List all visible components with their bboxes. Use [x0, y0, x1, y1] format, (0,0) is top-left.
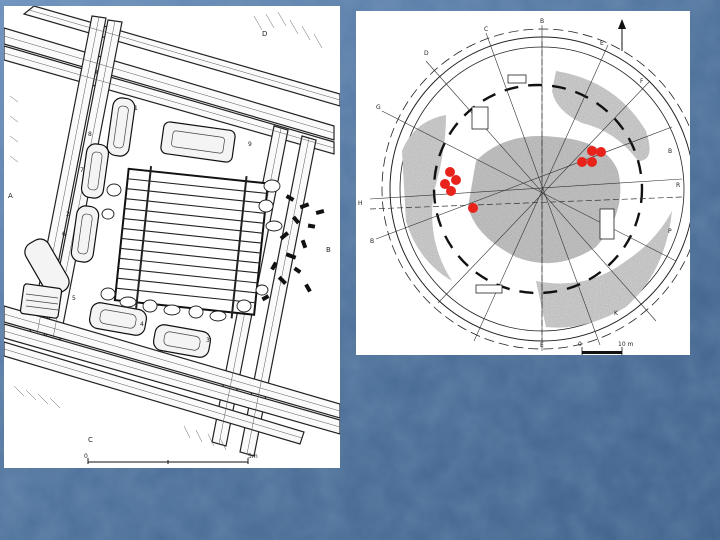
red-marker — [446, 186, 456, 196]
scale-start-label: 0 — [578, 341, 582, 348]
scale-bar: 0 10 m — [578, 341, 634, 355]
scale-bar: 0 5m — [84, 453, 258, 464]
label-4: 4 — [140, 321, 144, 328]
label-right-f: F — [640, 78, 644, 85]
scale-start-label: 0 — [84, 453, 88, 460]
red-marker — [577, 157, 587, 167]
label-top-b: B — [540, 18, 544, 25]
label-1: 1 — [134, 105, 138, 112]
label-left-b: B — [370, 238, 374, 245]
red-marker — [445, 167, 455, 177]
label-2: 2 — [66, 211, 70, 218]
label-7: 7 — [80, 167, 84, 174]
label-top-c: C — [484, 26, 488, 33]
excavation-plan-drawing: D A B 1 2 3 4 5 6 7 8 9 C 0 5m — [4, 6, 340, 468]
label-left-g: G — [376, 104, 381, 111]
label-9: 9 — [248, 141, 252, 148]
scale-end-label: 10 m — [618, 341, 634, 348]
label-b: B — [326, 246, 331, 254]
label-c: C — [88, 436, 93, 444]
label-right-r: R — [676, 182, 680, 189]
label-8: 8 — [88, 131, 92, 138]
red-marker — [451, 175, 461, 185]
red-marker — [587, 146, 597, 156]
label-3: 3 — [206, 337, 210, 344]
label-5: 5 — [72, 295, 76, 302]
red-marker — [468, 203, 478, 213]
label-right-p: P — [668, 228, 672, 235]
scale-end-label: 5m — [248, 453, 258, 460]
label-a: A — [8, 192, 13, 200]
north-arrow-icon — [618, 19, 626, 51]
label-left-h: H — [358, 200, 363, 207]
label-d: D — [262, 30, 267, 38]
label-lower-b: B — [668, 148, 672, 155]
label-6: 6 — [62, 231, 66, 238]
red-marker — [587, 157, 597, 167]
label-top-e: E — [600, 40, 604, 47]
label-bottom-e: E — [540, 342, 544, 349]
red-marker — [596, 147, 606, 157]
label-top-d: D — [424, 50, 429, 57]
circular-site-plan: B C D E F G H R B K E P B 0 10 m — [356, 11, 690, 355]
